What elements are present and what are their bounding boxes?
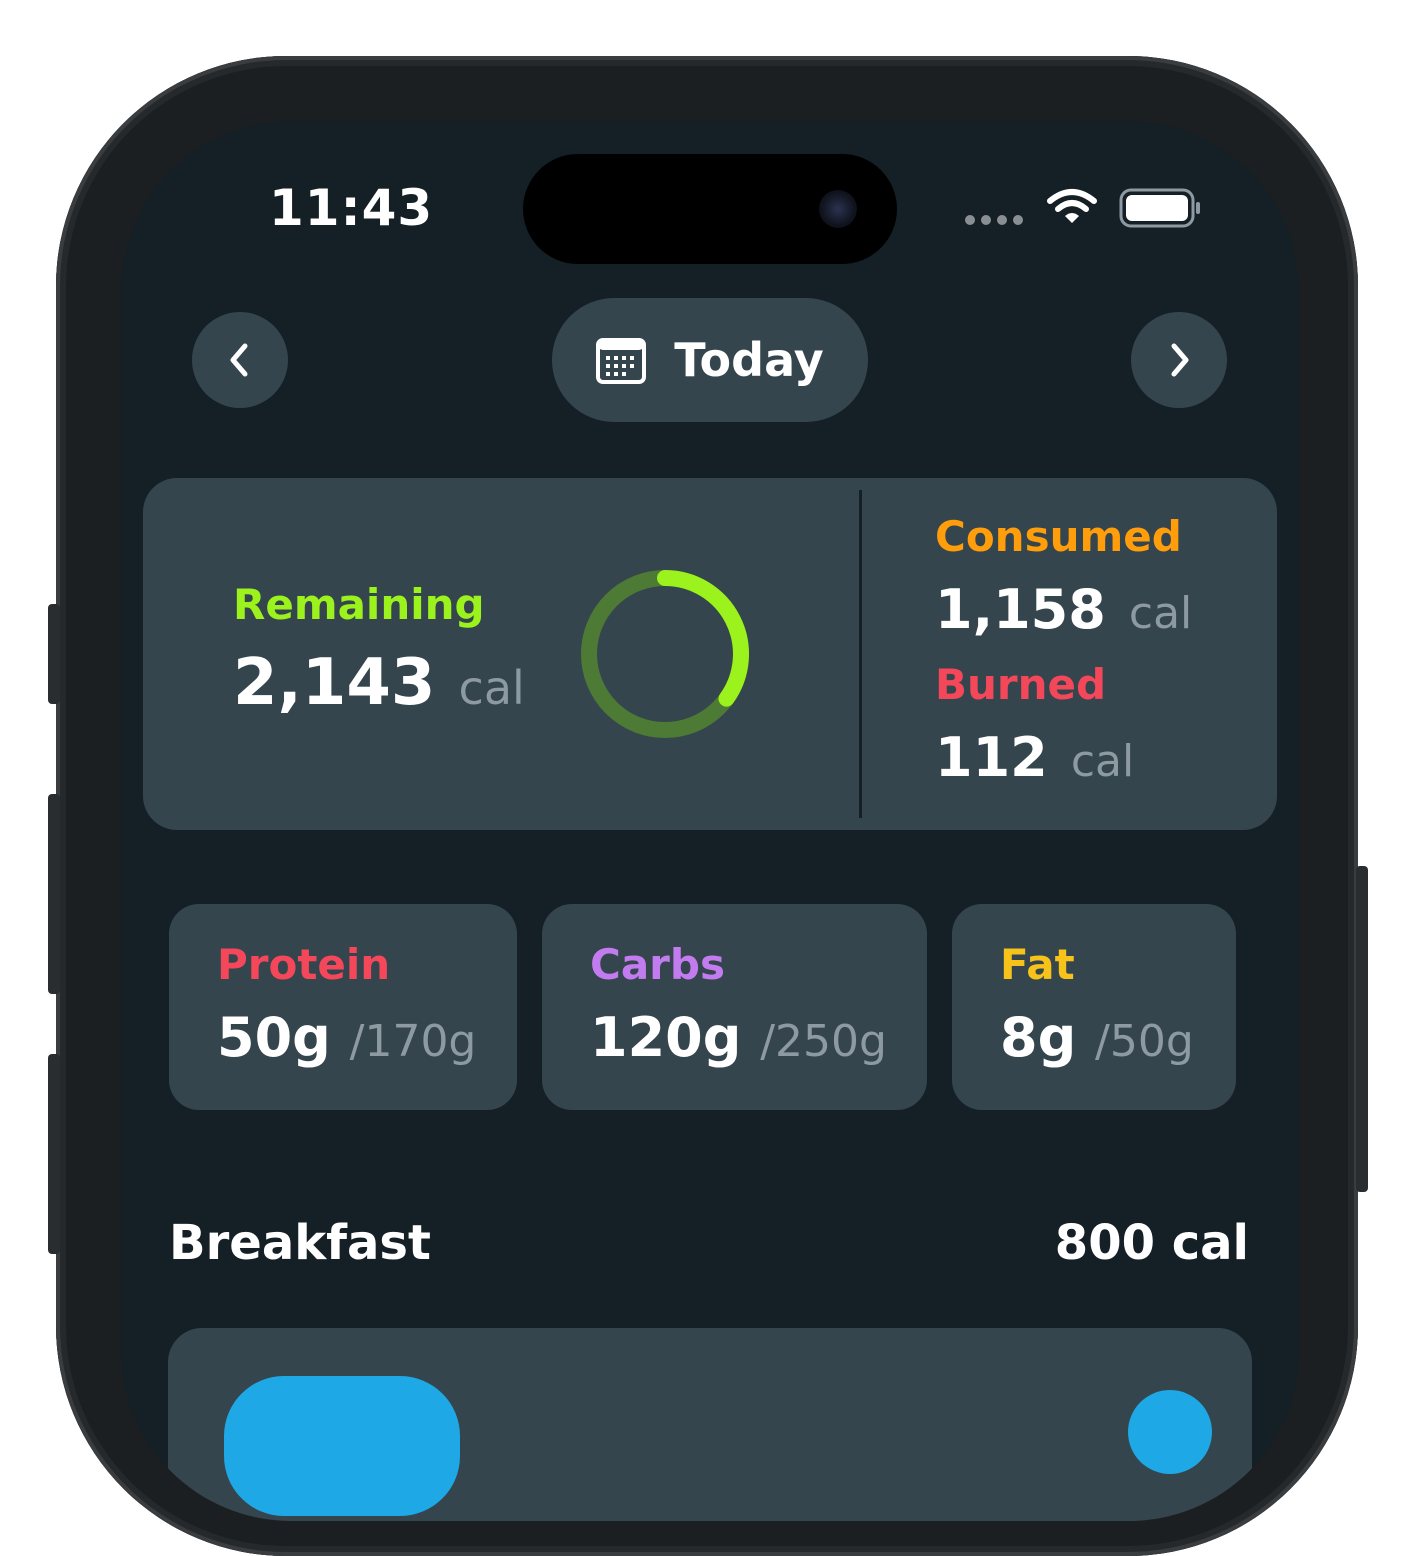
- add-food-button[interactable]: [1128, 1390, 1212, 1474]
- macro-label: Carbs: [590, 940, 725, 989]
- volume-down-button: [48, 1054, 60, 1254]
- power-button: [1356, 866, 1368, 1192]
- macro-card-carbs[interactable]: Carbs 120g /250g: [542, 904, 927, 1110]
- macro-value-row: 120g /250g: [590, 1006, 887, 1069]
- status-time: 11:43: [269, 179, 434, 237]
- calorie-summary-card: Remaining 2,143 cal Consumed 1,158 cal B…: [143, 478, 1277, 830]
- calorie-progress-ring: [581, 570, 749, 738]
- remaining-unit: cal: [458, 661, 525, 715]
- meal-entry-card[interactable]: [168, 1328, 1252, 1521]
- macro-total: /250g: [760, 1016, 887, 1067]
- action-button: [48, 604, 60, 704]
- meal-section-title: Breakfast: [169, 1215, 431, 1271]
- macro-label: Fat: [1000, 940, 1075, 989]
- macro-total: /50g: [1095, 1016, 1194, 1067]
- camera-icon: [819, 190, 857, 228]
- remaining-value-row: 2,143 cal: [233, 646, 525, 720]
- consumed-label: Consumed: [935, 512, 1182, 561]
- consumed-unit: cal: [1128, 588, 1193, 639]
- chevron-left-icon: [230, 343, 248, 377]
- consumed-value-row: 1,158 cal: [935, 578, 1192, 641]
- macro-value-row: 8g /50g: [1000, 1006, 1194, 1069]
- macro-label: Protein: [217, 940, 391, 989]
- dynamic-island: [523, 154, 897, 264]
- calendar-icon: [596, 338, 647, 384]
- meal-section-calories: 800 cal: [1054, 1215, 1249, 1271]
- chevron-right-icon: [1171, 343, 1189, 377]
- macro-card-protein[interactable]: Protein 50g /170g: [169, 904, 517, 1110]
- burned-value-row: 112 cal: [935, 726, 1134, 789]
- app-screen: 11:43 Today Remaining 2,143 cal Consumed…: [121, 121, 1299, 1521]
- macro-value: 50g: [217, 1006, 331, 1069]
- volume-up-button: [48, 794, 60, 994]
- consumed-value: 1,158: [935, 578, 1106, 641]
- summary-divider: [859, 490, 862, 818]
- ring-progress-arc: [657, 570, 749, 707]
- date-label: Today: [674, 333, 824, 387]
- previous-day-button[interactable]: [192, 312, 288, 408]
- remaining-value: 2,143: [233, 646, 436, 720]
- cellular-signal-icon: [965, 215, 1023, 225]
- burned-value: 112: [935, 726, 1048, 789]
- date-picker-button[interactable]: Today: [552, 298, 868, 422]
- macro-card-fat[interactable]: Fat 8g /50g: [952, 904, 1236, 1110]
- wifi-icon: [1047, 189, 1097, 223]
- next-day-button[interactable]: [1131, 312, 1227, 408]
- battery-icon: [1119, 188, 1200, 228]
- macro-value: 8g: [1000, 1006, 1077, 1069]
- macro-value-row: 50g /170g: [217, 1006, 476, 1069]
- macro-value: 120g: [590, 1006, 742, 1069]
- macro-total: /170g: [349, 1016, 477, 1067]
- burned-label: Burned: [935, 660, 1107, 709]
- remaining-label: Remaining: [233, 580, 485, 629]
- meal-thumbnail: [224, 1376, 460, 1516]
- burned-unit: cal: [1070, 736, 1135, 787]
